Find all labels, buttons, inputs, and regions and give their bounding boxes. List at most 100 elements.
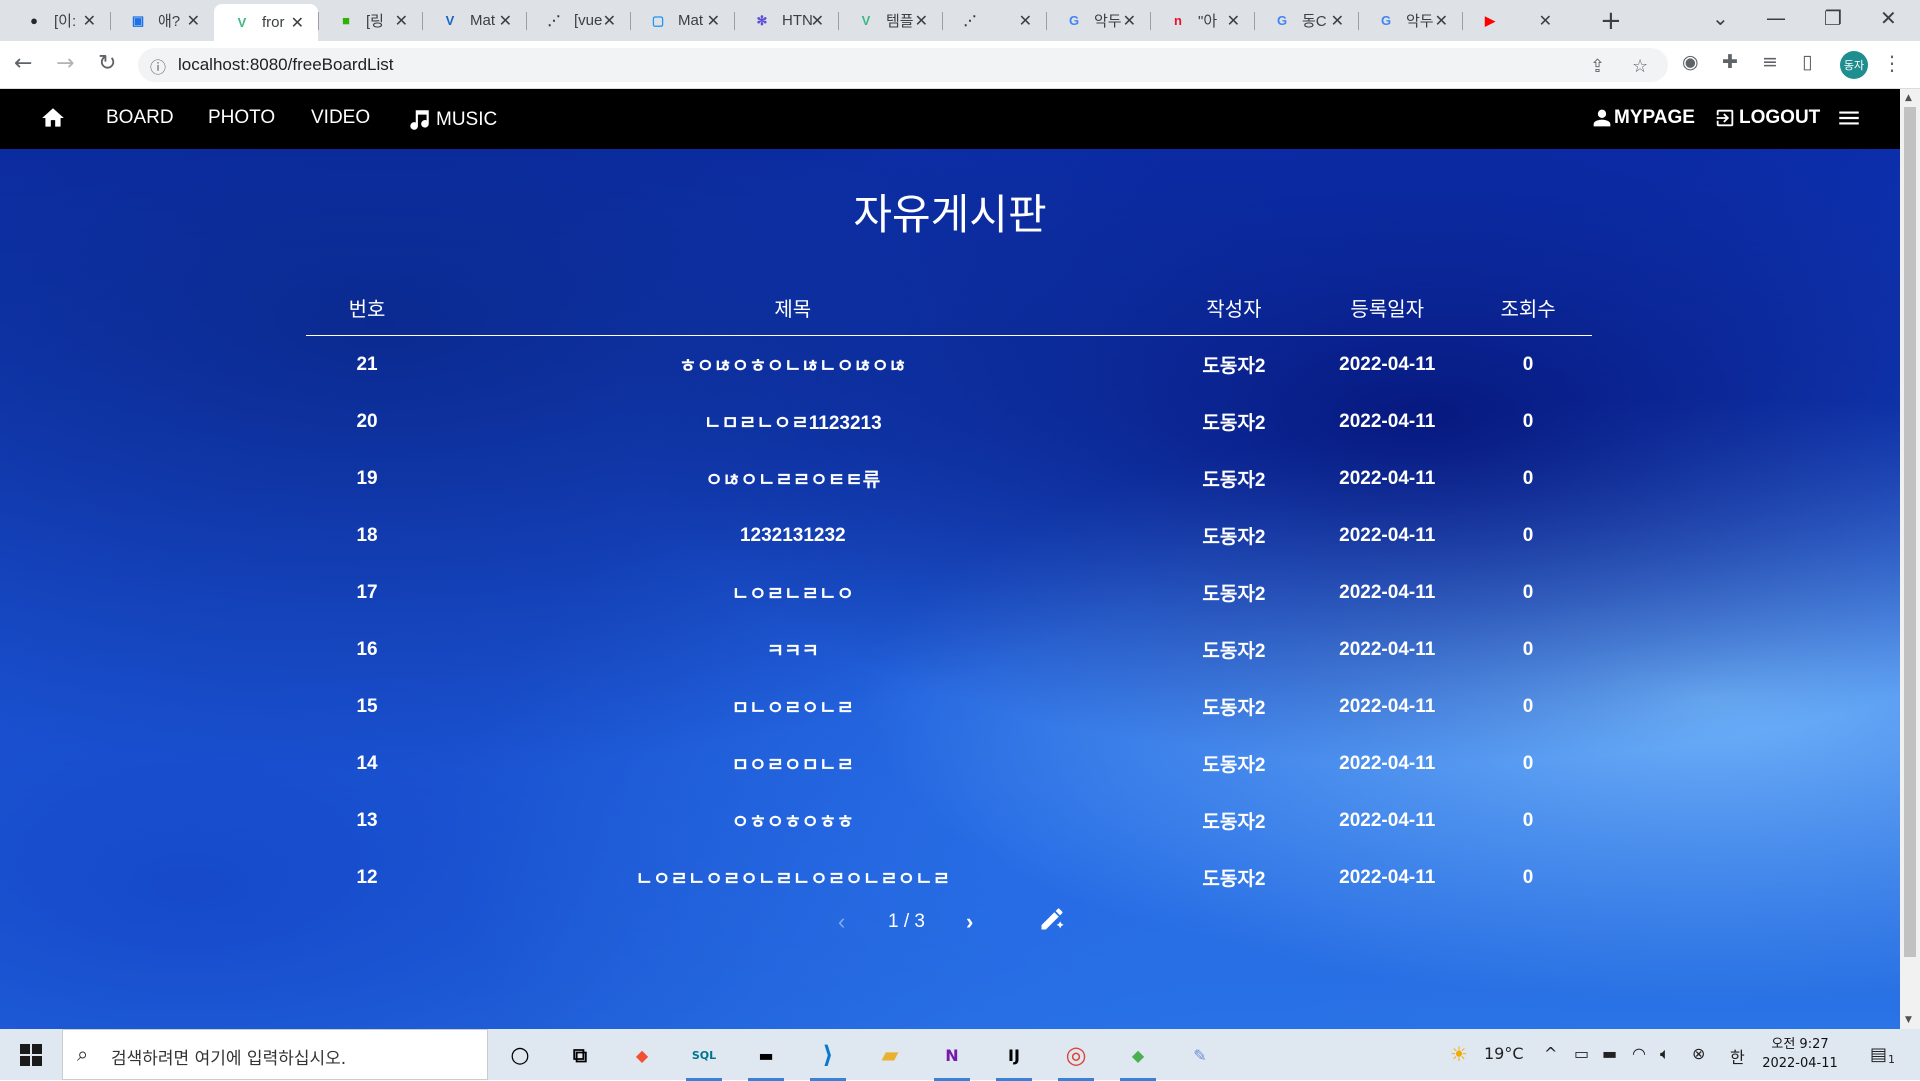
gitkraken-2-icon[interactable]: ◆	[1116, 1035, 1160, 1081]
battery-icon[interactable]: ▬	[1602, 1044, 1617, 1063]
nav-logout-link[interactable]: LOGOUT	[1714, 107, 1820, 129]
close-tab-icon[interactable]: ✕	[707, 11, 720, 31]
file-explorer-folder-icon[interactable]: ▰	[868, 1035, 912, 1075]
volume-icon[interactable]: 🔈︎	[1660, 1044, 1670, 1064]
row-title-link[interactable]: ㄴㅁㄹㄴㅇㄹ1123213	[428, 393, 1157, 450]
bookmark-star-icon[interactable]: ☆	[1632, 56, 1648, 77]
forward-arrow-icon[interactable]: →	[56, 51, 74, 76]
url-text[interactable]: localhost:8080/freeBoardList	[178, 55, 393, 75]
row-title-link[interactable]: 1232131232	[428, 507, 1157, 564]
browser-tab[interactable]: ■ [링 ✕	[318, 0, 422, 41]
nav-mypage-link[interactable]: MYPAGE	[1592, 107, 1695, 129]
table-row[interactable]: 15 ㅁㄴㅇㄹㅇㄴㄹ 도동자2 2022-04-11 0	[306, 678, 1592, 735]
browser-tab[interactable]: ⋰ [vue ✕	[526, 0, 630, 41]
profile-avatar[interactable]: 동자	[1840, 51, 1868, 79]
minimize-icon[interactable]: —	[1766, 6, 1786, 30]
close-tab-icon[interactable]: ✕	[1123, 11, 1136, 31]
browser-tab[interactable]: ✻ HTN ✕	[734, 0, 838, 41]
intellij-icon[interactable]: IJ	[992, 1035, 1036, 1081]
nav-board-link[interactable]: BOARD	[106, 107, 174, 129]
table-row[interactable]: 19 ㅇㄶㅇㄴㄹㄹㅇㅌㅌ류 도동자2 2022-04-11 0	[306, 450, 1592, 507]
table-row[interactable]: 16 ㅋㅋㅋ 도동자2 2022-04-11 0	[306, 621, 1592, 678]
close-tab-icon[interactable]: ✕	[915, 11, 928, 31]
scroll-up-icon[interactable]: ▲	[1905, 93, 1912, 103]
close-window-icon[interactable]: ✕	[1880, 6, 1897, 30]
browser-tab[interactable]: ▣ 애? ✕	[110, 0, 214, 41]
git-kraken-icon[interactable]: ◆	[620, 1035, 664, 1075]
browser-tab[interactable]: G 악두 ✕	[1046, 0, 1150, 41]
close-tab-icon[interactable]: ✕	[1435, 11, 1448, 31]
weather-icon[interactable]: ☀	[1450, 1042, 1468, 1066]
browser-tab[interactable]: V 템플 ✕	[838, 0, 942, 41]
browser-tab[interactable]: ▢ Mat ✕	[630, 0, 734, 41]
cortana-circle-icon[interactable]: ○	[498, 1035, 542, 1075]
browser-tab[interactable]: ● [이: ✕	[6, 0, 110, 41]
nav-video-link[interactable]: VIDEO	[311, 107, 370, 129]
network-icon[interactable]: ◠	[1632, 1044, 1646, 1063]
row-title-link[interactable]: ㅇㅎㅇㅎㅇㅎㅎ	[428, 792, 1157, 849]
restore-icon[interactable]: ❐	[1824, 6, 1842, 30]
close-tab-icon[interactable]: ✕	[187, 11, 200, 31]
taskbar-clock[interactable]: 오전 9:27 2022-04-11	[1760, 1035, 1840, 1073]
close-tab-icon[interactable]: ✕	[83, 11, 96, 31]
close-tab-icon[interactable]: ✕	[603, 11, 616, 31]
close-tab-icon[interactable]: ✕	[291, 13, 304, 33]
tray-device-icon[interactable]: ▭	[1574, 1044, 1589, 1063]
back-arrow-icon[interactable]: ←	[14, 51, 32, 76]
onenote-icon[interactable]: N	[930, 1035, 974, 1081]
table-row[interactable]: 14 ㅁㅇㄹㅇㅁㄴㄹ 도동자2 2022-04-11 0	[306, 735, 1592, 792]
browser-menu-icon[interactable]: ⋮	[1882, 51, 1902, 75]
task-view-icon[interactable]: ⧉	[558, 1035, 602, 1075]
extensions-puzzle-icon[interactable]: ✚	[1722, 51, 1738, 73]
row-title-link[interactable]: ㅁㄴㅇㄹㅇㄴㄹ	[428, 678, 1157, 735]
media-control-icon[interactable]: ≡	[1762, 51, 1778, 73]
row-title-link[interactable]: ㄴㅇㄹㄴㄹㄴㅇ	[428, 564, 1157, 621]
nav-photo-link[interactable]: PHOTO	[208, 107, 275, 129]
table-row[interactable]: 18 1232131232 도동자2 2022-04-11 0	[306, 507, 1592, 564]
browser-tab[interactable]: ⋰ ✕	[942, 0, 1046, 41]
close-tab-icon[interactable]: ✕	[395, 11, 408, 31]
chrome-icon[interactable]: ◎	[1054, 1035, 1098, 1081]
browser-tab[interactable]: V Mat ✕	[422, 0, 526, 41]
address-bar[interactable]: ⓘ localhost:8080/freeBoardList ⇪ ☆	[138, 48, 1668, 82]
side-panel-icon[interactable]: ▯	[1802, 51, 1812, 73]
reload-icon[interactable]: ↻	[98, 51, 116, 76]
close-tab-icon[interactable]: ✕	[811, 11, 824, 31]
share-icon[interactable]: ⇪	[1590, 56, 1605, 77]
windows-start-icon[interactable]	[20, 1044, 42, 1070]
taskbar-search-box[interactable]: ⌕ 검색하려면 여기에 입력하십시오.	[62, 1029, 488, 1080]
new-tab-plus-icon[interactable]: +	[1600, 6, 1622, 36]
browser-tab[interactable]: G 악두 ✕	[1358, 0, 1462, 41]
extension-grammarly-icon[interactable]: ◉	[1682, 51, 1699, 73]
ime-indicator[interactable]: 한	[1730, 1044, 1745, 1068]
site-info-icon[interactable]: ⓘ	[150, 54, 166, 78]
vscode-icon[interactable]: ⟩	[806, 1035, 850, 1081]
page-scrollbar[interactable]: ▲ ▼	[1900, 89, 1920, 1029]
table-row[interactable]: 21 ㅎㅇㄶㅇㅎㅇㄴㄶㄴㅇㄶㅇㄶ 도동자2 2022-04-11 0	[306, 336, 1592, 394]
close-tab-icon[interactable]: ✕	[1539, 11, 1552, 31]
row-title-link[interactable]: ㅇㄶㅇㄴㄹㄹㅇㅌㅌ류	[428, 450, 1157, 507]
row-title-link[interactable]: ㄴㅇㄹㄴㅇㄹㅇㄴㄹㄴㅇㄹㅇㄴㄹㅇㄴㄹ	[428, 849, 1157, 906]
table-row[interactable]: 20 ㄴㅁㄹㄴㅇㄹ1123213 도동자2 2022-04-11 0	[306, 393, 1592, 450]
table-row[interactable]: 17 ㄴㅇㄹㄴㄹㄴㅇ 도동자2 2022-04-11 0	[306, 564, 1592, 621]
table-row[interactable]: 12 ㄴㅇㄹㄴㅇㄹㅇㄴㄹㄴㅇㄹㅇㄴㄹㅇㄴㄹ 도동자2 2022-04-11 0	[306, 849, 1592, 906]
home-icon[interactable]	[40, 105, 66, 131]
row-title-link[interactable]: ㅁㅇㄹㅇㅁㄴㄹ	[428, 735, 1157, 792]
nav-music-link[interactable]: MUSIC	[406, 107, 497, 133]
notification-icon[interactable]: ▤	[1870, 1044, 1887, 1065]
tab-search-icon[interactable]: ⌄	[1712, 6, 1729, 30]
close-tab-icon[interactable]: ✕	[1227, 11, 1240, 31]
browser-tab[interactable]: Vfror ✕	[214, 4, 318, 41]
terminal-icon[interactable]: ▬	[744, 1035, 788, 1081]
close-tab-icon[interactable]: ✕	[1331, 11, 1344, 31]
weather-temp[interactable]: 19°C	[1484, 1044, 1524, 1063]
browser-tab[interactable]: G 동C ✕	[1254, 0, 1358, 41]
mute-x-icon[interactable]: ⊗	[1692, 1044, 1705, 1063]
write-post-pencil-icon[interactable]	[1038, 905, 1066, 938]
scrollbar-thumb[interactable]	[1904, 107, 1916, 957]
prev-page-chevron-icon[interactable]: ‹	[838, 909, 845, 935]
tray-expand-chevron-icon[interactable]: ^	[1544, 1044, 1557, 1063]
row-title-link[interactable]: ㅎㅇㄶㅇㅎㅇㄴㄶㄴㅇㄶㅇㄶ	[428, 336, 1157, 394]
scroll-down-icon[interactable]: ▼	[1905, 1015, 1912, 1025]
table-row[interactable]: 13 ㅇㅎㅇㅎㅇㅎㅎ 도동자2 2022-04-11 0	[306, 792, 1592, 849]
